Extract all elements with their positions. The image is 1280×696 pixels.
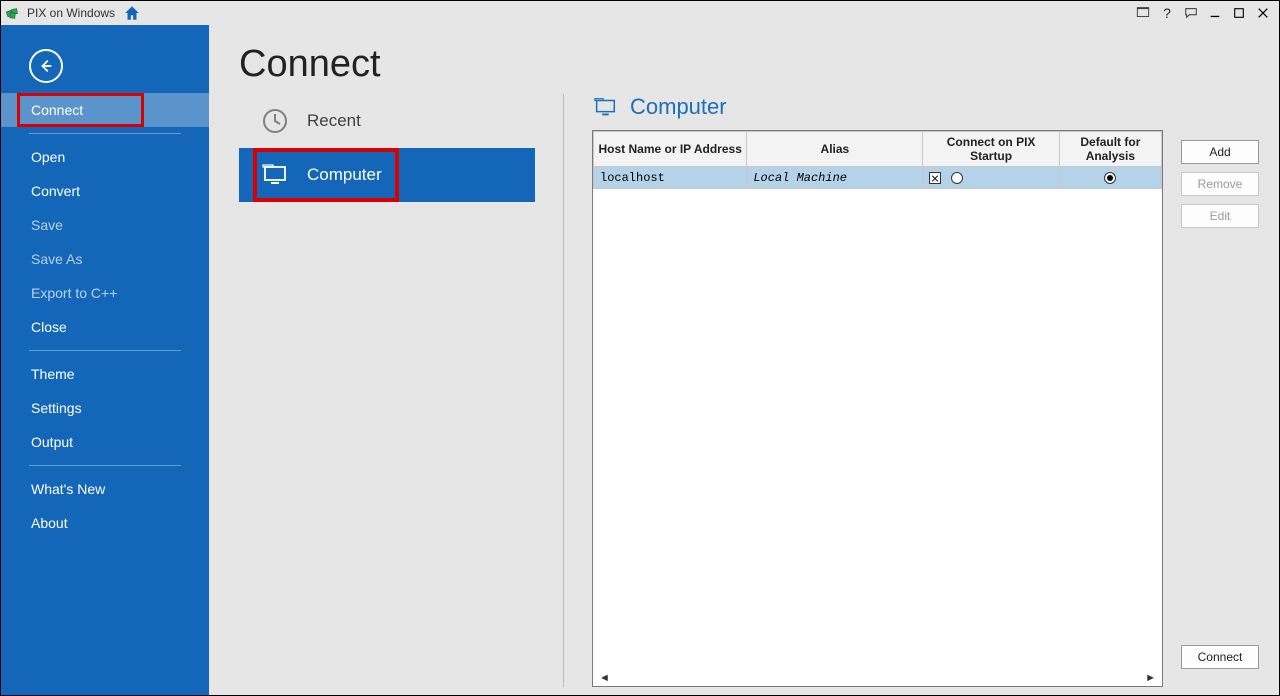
close-icon[interactable] xyxy=(1254,4,1272,22)
sidebar-item-label: Theme xyxy=(31,366,75,382)
sidebar-item-connect[interactable]: Connect xyxy=(1,93,209,127)
sidebar-item-convert[interactable]: Convert xyxy=(1,174,209,208)
maximize-icon[interactable] xyxy=(1230,4,1248,22)
sidebar-item-label: Convert xyxy=(31,183,80,199)
cell-connect-startup xyxy=(923,167,1059,189)
cell-default xyxy=(1059,167,1161,189)
sidebar-item-settings[interactable]: Settings xyxy=(1,391,209,425)
titlebar: PIX on Windows ? xyxy=(1,1,1279,25)
feedback-icon[interactable] xyxy=(1182,4,1200,22)
home-icon[interactable] xyxy=(123,4,141,22)
sidebar-item-about[interactable]: About xyxy=(1,506,209,540)
radio-icon[interactable] xyxy=(1104,172,1116,184)
checkbox-icon[interactable] xyxy=(929,172,941,184)
sidebar-item-output[interactable]: Output xyxy=(1,425,209,459)
source-list: Recent Computer xyxy=(239,94,535,687)
remove-button: Remove xyxy=(1181,172,1259,196)
sidebar-item-label: What's New xyxy=(31,481,105,497)
content-area: Connect Recent Computer xyxy=(209,25,1279,695)
radio-icon[interactable] xyxy=(951,172,963,184)
app-window: PIX on Windows ? Connect xyxy=(0,0,1280,696)
computer-icon xyxy=(261,161,289,189)
computer-icon xyxy=(592,94,618,120)
col-alias[interactable]: Alias xyxy=(747,132,923,167)
option-computer[interactable]: Computer xyxy=(239,148,535,202)
table-row[interactable]: localhost Local Machine xyxy=(594,167,1162,189)
col-host[interactable]: Host Name or IP Address xyxy=(594,132,747,167)
cell-alias: Local Machine xyxy=(747,167,923,189)
option-label: Computer xyxy=(307,165,382,185)
action-buttons: Add Remove Edit Connect xyxy=(1181,94,1259,687)
sidebar-item-close[interactable]: Close xyxy=(1,310,209,344)
sidebar-item-label: Open xyxy=(31,149,65,165)
option-label: Recent xyxy=(307,111,361,131)
sidebar-item-save-as[interactable]: Save As xyxy=(1,242,209,276)
sidebar-item-label: Output xyxy=(31,434,73,450)
connect-button[interactable]: Connect xyxy=(1181,645,1259,669)
hosts-grid: Host Name or IP Address Alias Connect on… xyxy=(592,130,1163,687)
sidebar-divider xyxy=(29,350,181,351)
sidebar-item-label: About xyxy=(31,515,68,531)
sidebar-item-whatsnew[interactable]: What's New xyxy=(1,472,209,506)
sidebar-item-label: Save xyxy=(31,217,63,233)
app-title: PIX on Windows xyxy=(27,6,115,20)
app-icon xyxy=(5,5,21,21)
sidebar-divider xyxy=(29,133,181,134)
sidebar-divider xyxy=(29,465,181,466)
back-button[interactable] xyxy=(29,49,63,83)
edit-button: Edit xyxy=(1181,204,1259,228)
present-icon[interactable] xyxy=(1134,4,1152,22)
panel-title-text: Computer xyxy=(630,94,727,120)
panel-header: Computer xyxy=(592,94,1163,120)
add-button[interactable]: Add xyxy=(1181,140,1259,164)
page-title: Connect xyxy=(239,43,1259,86)
option-recent[interactable]: Recent xyxy=(239,94,535,148)
grid-empty-area xyxy=(593,189,1162,672)
sidebar-item-label: Connect xyxy=(31,102,83,118)
sidebar-item-save[interactable]: Save xyxy=(1,208,209,242)
sidebar-item-open[interactable]: Open xyxy=(1,140,209,174)
sidebar-item-export[interactable]: Export to C++ xyxy=(1,276,209,310)
minimize-icon[interactable] xyxy=(1206,4,1224,22)
help-icon[interactable]: ? xyxy=(1158,4,1176,22)
vertical-separator xyxy=(563,94,564,687)
clock-icon xyxy=(261,107,289,135)
sidebar-item-label: Settings xyxy=(31,400,82,416)
scroll-left-icon[interactable]: ◄ xyxy=(599,672,610,684)
cell-host: localhost xyxy=(594,167,747,189)
sidebar: Connect Open Convert Save Save As Export… xyxy=(1,25,209,695)
sidebar-item-label: Save As xyxy=(31,251,82,267)
col-default[interactable]: Default for Analysis xyxy=(1059,132,1161,167)
scroll-right-icon[interactable]: ► xyxy=(1145,672,1156,684)
sidebar-item-theme[interactable]: Theme xyxy=(1,357,209,391)
col-connect[interactable]: Connect on PIX Startup xyxy=(923,132,1059,167)
sidebar-item-label: Export to C++ xyxy=(31,285,117,301)
sidebar-item-label: Close xyxy=(31,319,67,335)
horizontal-scroll[interactable]: ◄► xyxy=(593,672,1162,686)
